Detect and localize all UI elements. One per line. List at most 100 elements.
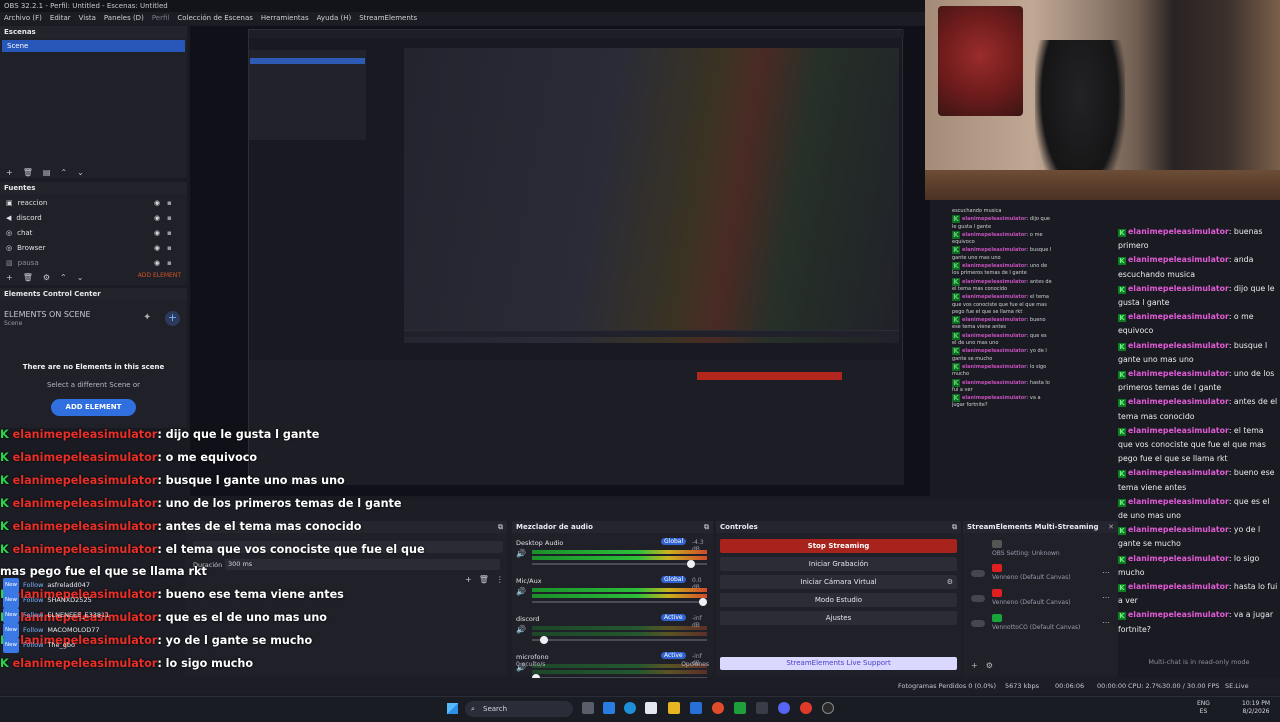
close-icon[interactable]: ✕ [1108, 521, 1114, 533]
channel-tag[interactable]: Global [661, 576, 687, 583]
menu-vista[interactable]: Vista [79, 12, 96, 25]
add-icon[interactable]: + [165, 311, 180, 326]
add-element-link[interactable]: ADD ELEMENT [138, 272, 181, 279]
menu-editar[interactable]: Editar [50, 12, 71, 25]
trash-icon[interactable]: 🗑 [23, 168, 33, 177]
speaker-icon[interactable]: 🔊 [516, 549, 526, 558]
toggle[interactable] [971, 620, 985, 627]
lock-icon[interactable]: ▪ [167, 256, 172, 270]
more-icon[interactable]: ⋮ [496, 575, 504, 584]
lock-icon[interactable]: ▪ [167, 211, 172, 225]
toggle[interactable] [971, 595, 985, 602]
settings-button[interactable]: Ajustes [720, 611, 957, 625]
source-item[interactable]: ◀ discord ◉ ▪ [0, 211, 187, 225]
menu-coleccion[interactable]: Colección de Escenas [177, 12, 253, 25]
add-icon[interactable]: + [6, 273, 13, 282]
magic-icon[interactable]: ✦ [143, 312, 151, 323]
chat-username: elanimepeleasimulator [1128, 283, 1229, 293]
volume-slider[interactable] [532, 601, 707, 603]
chat-username: elanimepeleasimulator [12, 519, 158, 533]
channel-tag[interactable]: Active [661, 652, 686, 659]
gear-icon[interactable]: ⚙ [947, 575, 953, 589]
channel-tag[interactable]: Active [661, 614, 686, 621]
language-indicator[interactable]: ENG ES [1197, 700, 1210, 716]
eye-icon[interactable]: ◉ [154, 256, 160, 270]
task-view-icon[interactable] [582, 702, 594, 714]
add-icon[interactable]: + [971, 661, 978, 670]
menu-streamelements[interactable]: StreamElements [359, 12, 417, 25]
speaker-icon[interactable]: 🔊 [516, 587, 526, 596]
volume-knob[interactable] [699, 598, 707, 606]
down-icon[interactable]: ⌄ [77, 273, 84, 282]
up-icon[interactable]: ⌃ [60, 168, 67, 177]
menu-archivo[interactable]: Archivo (F) [4, 12, 42, 25]
taskbar-search[interactable]: ⌕ Search [465, 701, 573, 717]
windows-start-icon[interactable] [447, 703, 458, 714]
mixer-channel: discord Active -inf dB 🔊 [516, 614, 709, 653]
obs-icon[interactable] [822, 702, 834, 714]
filter-icon[interactable]: ▤ [43, 168, 51, 177]
add-element-button[interactable]: ADD ELEMENT [51, 399, 136, 416]
toggle[interactable] [971, 570, 985, 577]
edge-icon[interactable] [624, 702, 636, 714]
xbox-icon[interactable] [734, 702, 746, 714]
channel-tag[interactable]: Global [661, 538, 687, 545]
menu-perfil[interactable]: Perfil [152, 12, 170, 25]
studio-mode-button[interactable]: Modo Estudio [720, 593, 957, 607]
gear-icon[interactable]: ⚙ [986, 661, 993, 670]
more-icon[interactable]: ⋯ [1102, 618, 1110, 627]
up-icon[interactable]: ⌃ [60, 273, 67, 282]
volume-knob[interactable] [687, 560, 696, 568]
trash-icon[interactable]: 🗑 [23, 273, 33, 282]
scene-item[interactable]: Scene [2, 40, 185, 52]
trash-icon[interactable]: 🗑 [479, 575, 489, 584]
chat-username: elanimepeleasimulator [12, 657, 158, 671]
more-icon[interactable]: ⋯ [1102, 568, 1110, 577]
gear-icon[interactable]: ⚙ [43, 273, 50, 282]
live-support-button[interactable]: StreamElements Live Support [720, 657, 957, 670]
lock-icon[interactable]: ▪ [167, 226, 172, 240]
chat-username: elanimepeleasimulator [962, 231, 1027, 238]
volume-knob[interactable] [540, 636, 549, 644]
down-icon[interactable]: ⌄ [77, 168, 84, 177]
add-icon[interactable]: + [6, 168, 13, 177]
eye-icon[interactable]: ◉ [154, 211, 160, 225]
nested-scene-item [250, 58, 365, 64]
close-icon[interactable]: ⧉ [952, 521, 957, 533]
chrome-icon[interactable] [800, 702, 812, 714]
eye-icon[interactable]: ◉ [154, 226, 160, 240]
lock-icon[interactable]: ▪ [167, 241, 172, 255]
volume-meter [532, 550, 707, 554]
stop-streaming-button[interactable]: Stop Streaming [720, 539, 957, 553]
source-item[interactable]: ▧ pausa ◉ ▪ [0, 256, 187, 270]
explorer-icon[interactable] [668, 702, 680, 714]
start-recording-button[interactable]: Iniciar Grabación [720, 557, 957, 571]
menu-herramientas[interactable]: Herramientas [261, 12, 309, 25]
source-item[interactable]: ◎ chat ◉ ▪ [0, 226, 187, 240]
app-icon[interactable] [756, 702, 768, 714]
eye-icon[interactable]: ◉ [154, 241, 160, 255]
menu-ayuda[interactable]: Ayuda (H) [317, 12, 352, 25]
chrome-icon[interactable] [712, 702, 724, 714]
close-icon[interactable]: ⧉ [704, 521, 709, 533]
menu-paneles[interactable]: Paneles (D) [104, 12, 144, 25]
add-icon[interactable]: + [465, 575, 472, 584]
clock[interactable]: 10:19 PM 8/2/2026 [1242, 700, 1270, 716]
eye-icon[interactable]: ◉ [154, 196, 160, 210]
copilot-icon[interactable] [603, 702, 615, 714]
source-item[interactable]: ◎ Browser ◉ ▪ [0, 241, 187, 255]
virtual-camera-button[interactable]: Iniciar Cámara Virtual ⚙ [720, 575, 957, 589]
source-item[interactable]: ▣ reaccion ◉ ▪ [0, 196, 187, 210]
store-icon[interactable] [645, 702, 657, 714]
mixer-options[interactable]: Opciones [681, 661, 709, 668]
chat-message: Kelanimepeleasimulator: yo de l gante se… [1118, 523, 1280, 551]
volume-slider[interactable] [532, 563, 707, 565]
discord-icon[interactable] [778, 702, 790, 714]
close-icon[interactable]: ⧉ [498, 521, 503, 533]
chat-text: : el tema que vos conociste que fue el q… [157, 542, 425, 556]
lock-icon[interactable]: ▪ [167, 196, 172, 210]
volume-slider[interactable] [532, 639, 707, 641]
mail-icon[interactable] [690, 702, 702, 714]
speaker-icon[interactable]: 🔊 [516, 625, 526, 634]
more-icon[interactable]: ⋯ [1102, 593, 1110, 602]
